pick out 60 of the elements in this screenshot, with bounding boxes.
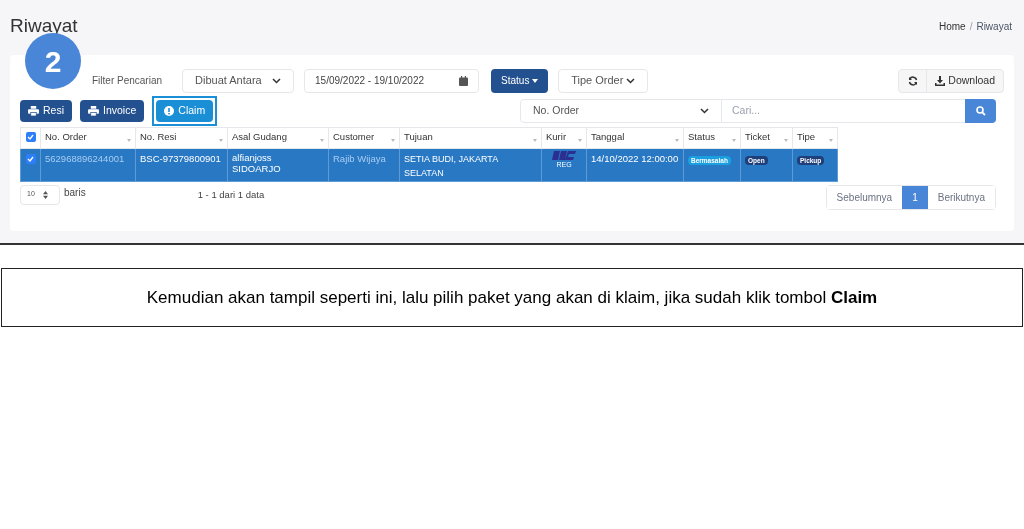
chevron-down-icon (272, 77, 282, 84)
status-dropdown-button[interactable]: Status (491, 68, 549, 93)
destination: SETIA BUDI, JAKARTA SELATAN (404, 153, 498, 178)
search-field[interactable]: Cari... (722, 98, 965, 123)
column-header[interactable]: Kurir (541, 127, 587, 148)
column-header[interactable]: Customer (328, 127, 400, 148)
spinner-arrows-icon (42, 190, 48, 199)
calendar-icon (459, 75, 469, 86)
warehouse-name: alfianjoss SIDOARJO (232, 151, 282, 174)
receipt-number: BSC-97379800901 (140, 152, 221, 164)
print-button[interactable]: Resi (20, 99, 72, 122)
checkbox[interactable] (25, 153, 36, 164)
search-button[interactable] (965, 98, 996, 123)
breadcrumb-link[interactable]: Home (938, 18, 966, 34)
sort-icon (578, 138, 582, 142)
sort-icon (391, 138, 395, 142)
sort-icon (533, 138, 537, 142)
sort-icon (675, 138, 679, 142)
sort-icon (219, 138, 223, 142)
instruction-caption: Kemudian akan tampil seperti ini, lalu pilih paket yang akan di klaim, jika sudah klik tombol Claim (1, 268, 1023, 327)
column-header[interactable]: Status (683, 127, 741, 148)
column-header[interactable]: Tipe (792, 127, 838, 148)
column-header[interactable]: Asal Gudang (227, 127, 329, 148)
sort-icon (829, 138, 833, 142)
info-icon (164, 105, 175, 116)
search-icon (975, 105, 986, 116)
column-header[interactable]: No. Order (40, 127, 136, 148)
order-type-select[interactable]: Tipe Order (558, 68, 649, 93)
sort-icon (127, 138, 131, 142)
order-date: 14/10/2022 12:00:00 (591, 152, 679, 164)
sort-icon (320, 138, 324, 142)
order-number: 562968896244001 (45, 152, 125, 164)
chevron-down-icon (626, 77, 636, 84)
column-header[interactable]: Tujuan (399, 127, 542, 148)
column-header[interactable]: Tanggal (586, 127, 684, 148)
claim-button[interactable]: Claim (156, 99, 214, 122)
date-type-select[interactable]: Dibuat Antara (182, 68, 295, 93)
search-type-select[interactable]: No. Order (520, 98, 722, 123)
customer-name: Rajib Wijaya (333, 152, 386, 164)
date-range-field[interactable]: 15/09/2022 - 19/10/2022 (304, 68, 480, 93)
filter-label: Filter Pencarian (92, 74, 163, 88)
record-summary: 1 - 1 dari 1 data (197, 187, 265, 202)
print-button[interactable]: Invoice (80, 99, 145, 122)
sort-icon (732, 138, 736, 142)
step-badge: 2 (25, 33, 81, 89)
refresh-icon (907, 75, 918, 86)
pagination-button[interactable]: 1 (902, 185, 928, 209)
courier-logo-icon (551, 150, 577, 160)
printer-icon (88, 105, 99, 116)
sort-icon (784, 138, 788, 142)
printer-icon (28, 105, 39, 116)
download-icon (935, 75, 946, 86)
page-size-label: baris (64, 185, 86, 200)
column-header[interactable]: Ticket (740, 127, 793, 148)
breadcrumb-current: Riwayat (976, 19, 1012, 34)
chevron-down-icon (700, 107, 709, 114)
column-header[interactable]: No. Resi (135, 127, 228, 148)
caret-icon (532, 79, 539, 84)
checkbox[interactable] (25, 132, 36, 143)
breadcrumb-separator: / (969, 19, 973, 34)
